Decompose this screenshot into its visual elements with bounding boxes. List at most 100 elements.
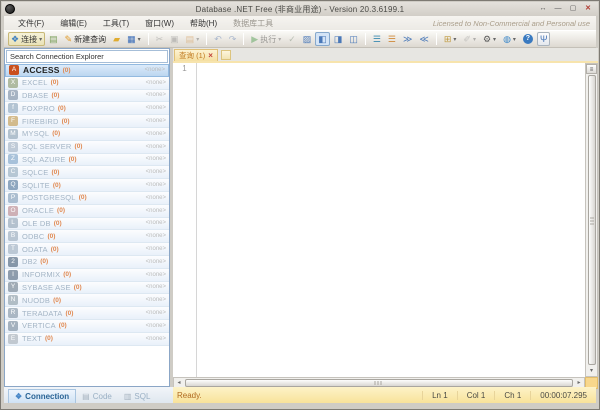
connection-item-sqlite[interactable]: QSQLITE(0)<none> xyxy=(5,179,169,192)
menu-item[interactable]: 编辑(E) xyxy=(52,18,95,29)
chevron-down-icon[interactable]: ▾ xyxy=(278,36,281,43)
chevron-down-icon[interactable]: ▾ xyxy=(453,36,456,43)
voice-button[interactable]: Ψ xyxy=(537,32,551,46)
connection-item-dbase[interactable]: DDBASE(0)<none> xyxy=(5,90,169,103)
sql-editor[interactable]: 1 xyxy=(173,63,585,377)
connection-item-nuodb[interactable]: NNUODB(0)<none> xyxy=(5,294,169,307)
sqlite-icon: Q xyxy=(8,180,18,190)
pane-left-button[interactable]: ◧ xyxy=(315,32,330,46)
connection-name: POSTGRESQL xyxy=(22,193,76,202)
connection-item-oracle[interactable]: OORACLE(0)<none> xyxy=(5,205,169,218)
chevron-down-icon[interactable]: ▾ xyxy=(196,36,199,43)
minimize-icon[interactable]: — xyxy=(552,4,564,14)
horizontal-scroll-thumb[interactable] xyxy=(185,379,573,387)
connection-item-mysql[interactable]: MMYSQL(0)<none> xyxy=(5,128,169,141)
indent-button[interactable]: ≫ xyxy=(400,32,415,46)
connection-item-sql-server[interactable]: SSQL SERVER(0)<none> xyxy=(5,141,169,154)
connection-item-firebird[interactable]: FFIREBIRD(0)<none> xyxy=(5,115,169,128)
outdent-button[interactable]: ≪ xyxy=(416,32,431,46)
result-grid-button[interactable]: ☰ xyxy=(385,32,399,46)
copy-button[interactable]: ▣ xyxy=(167,32,182,46)
menu-item[interactable]: 文件(F) xyxy=(10,18,52,29)
paste-button[interactable]: ▤▾ xyxy=(183,32,203,46)
new-tab-button[interactable] xyxy=(221,50,231,60)
connection-item-sqlce[interactable]: CSQLCE(0)<none> xyxy=(5,166,169,179)
connection-value: <none> xyxy=(146,233,166,239)
pane-bottom-button[interactable]: ◨ xyxy=(331,32,346,46)
code-area[interactable] xyxy=(197,63,585,377)
validate-button[interactable]: ✓ xyxy=(285,32,299,46)
result-text-button[interactable]: ☰ xyxy=(370,32,384,46)
close-icon[interactable]: ✕ xyxy=(582,4,594,14)
bottom-tab-label: Code xyxy=(93,392,112,401)
connection-value: <none> xyxy=(146,272,166,278)
chevron-down-icon[interactable]: ▾ xyxy=(493,36,496,43)
menu-item[interactable]: 窗口(W) xyxy=(137,18,182,29)
pane-right-button[interactable]: ◫ xyxy=(346,32,361,46)
web-button[interactable]: ◍▾ xyxy=(500,32,519,46)
connection-item-postgresql[interactable]: PPOSTGRESQL(0)<none> xyxy=(5,192,169,205)
connection-item-vertica[interactable]: VVERTICA(0)<none> xyxy=(5,320,169,333)
connection-item-sybase-ase[interactable]: YSYBASE ASE(0)<none> xyxy=(5,282,169,295)
redo-button[interactable]: ↷ xyxy=(226,32,240,46)
bottom-tab-code[interactable]: ▤Code xyxy=(76,389,118,403)
connection-name: NUODB xyxy=(22,296,50,305)
connection-item-text[interactable]: ETEXT(0)<none> xyxy=(5,333,169,346)
connection-item-odata[interactable]: TODATA(0)<none> xyxy=(5,243,169,256)
connection-item-excel[interactable]: XEXCEL(0)<none> xyxy=(5,77,169,90)
connection-item-sql-azure[interactable]: ZSQL AZURE(0)<none> xyxy=(5,154,169,167)
export-button[interactable]: ⊞▾ xyxy=(441,32,460,46)
vertical-scrollbar[interactable]: ≡ ▾ xyxy=(585,63,598,377)
scroll-down-icon[interactable]: ▾ xyxy=(587,366,597,376)
connection-name: ODATA xyxy=(22,245,48,254)
open-file-button[interactable]: ▰ xyxy=(110,32,123,46)
edit-connection-button[interactable]: ▤ xyxy=(46,32,61,46)
maximize-icon[interactable]: ▢ xyxy=(567,4,579,14)
indent-icon: ≫ xyxy=(403,33,412,45)
app-window: Database .NET Free (非商业用途) - Version 20.… xyxy=(0,0,600,410)
connection-item-informix[interactable]: IINFORMIX(0)<none> xyxy=(5,269,169,282)
new-query-button[interactable]: ✎新建查询 xyxy=(62,32,110,46)
connection-count: (0) xyxy=(62,118,70,125)
excel-icon: X xyxy=(8,78,18,88)
chevron-down-icon[interactable]: ▾ xyxy=(513,36,516,43)
connection-value: <none> xyxy=(146,182,166,188)
connection-item-foxpro[interactable]: fFOXPRO(0)<none> xyxy=(5,102,169,115)
help-button[interactable]: ? xyxy=(520,32,536,46)
connection-item-odbc[interactable]: BODBC(0)<none> xyxy=(5,230,169,243)
vertical-scroll-thumb[interactable] xyxy=(588,75,596,365)
connection-item-ole-db[interactable]: LOLE DB(0)<none> xyxy=(5,218,169,231)
close-icon[interactable]: × xyxy=(208,52,213,60)
connection-value: <none> xyxy=(146,80,166,86)
connection-count: (0) xyxy=(51,169,59,176)
menu-item[interactable]: 帮助(H) xyxy=(182,18,225,29)
gear-icon: ⚙ xyxy=(483,33,491,45)
splitter-handle-icon[interactable]: ≡ xyxy=(586,64,597,74)
sql-tab-icon: ▥ xyxy=(124,392,132,401)
tab-query-1[interactable]: 查询 (1) × xyxy=(174,49,218,61)
chevron-down-icon[interactable]: ▾ xyxy=(473,36,476,43)
tools-button[interactable]: ✐▾ xyxy=(460,32,479,46)
connection-item-db2[interactable]: 2DB2(0)<none> xyxy=(5,256,169,269)
toolbar-separator xyxy=(436,33,437,45)
bottom-tab-connection[interactable]: ❖Connection xyxy=(8,389,76,403)
settings-button[interactable]: ⚙▾ xyxy=(480,32,499,46)
chevron-down-icon[interactable]: ▾ xyxy=(138,36,141,43)
pin-icon[interactable]: ↔ xyxy=(537,4,549,14)
connection-item-access[interactable]: AACCESS(0)<none> xyxy=(5,64,169,77)
undo-button[interactable]: ↶ xyxy=(211,32,225,46)
bottom-tab-sql[interactable]: ▥SQL xyxy=(118,389,157,403)
format-sql-button[interactable]: ▨ xyxy=(300,32,315,46)
status-fields: Ln 1Col 1Ch 100:00:07.295 xyxy=(422,391,596,400)
chevron-down-icon[interactable]: ▾ xyxy=(39,36,42,43)
connect-button[interactable]: ❖连接▾ xyxy=(8,32,45,46)
menu-item[interactable]: 数据库工具 xyxy=(225,18,281,29)
connection-value: <none> xyxy=(146,336,166,342)
search-input[interactable] xyxy=(6,50,168,63)
connection-tab-icon: ❖ xyxy=(15,392,22,401)
execute-button[interactable]: ▶执行▾ xyxy=(248,32,284,46)
connection-item-teradata[interactable]: RTERADATA(0)<none> xyxy=(5,307,169,320)
save-button[interactable]: ▦▾ xyxy=(124,32,144,46)
cut-button[interactable]: ✂ xyxy=(153,32,167,46)
menu-item[interactable]: 工具(T) xyxy=(95,18,137,29)
